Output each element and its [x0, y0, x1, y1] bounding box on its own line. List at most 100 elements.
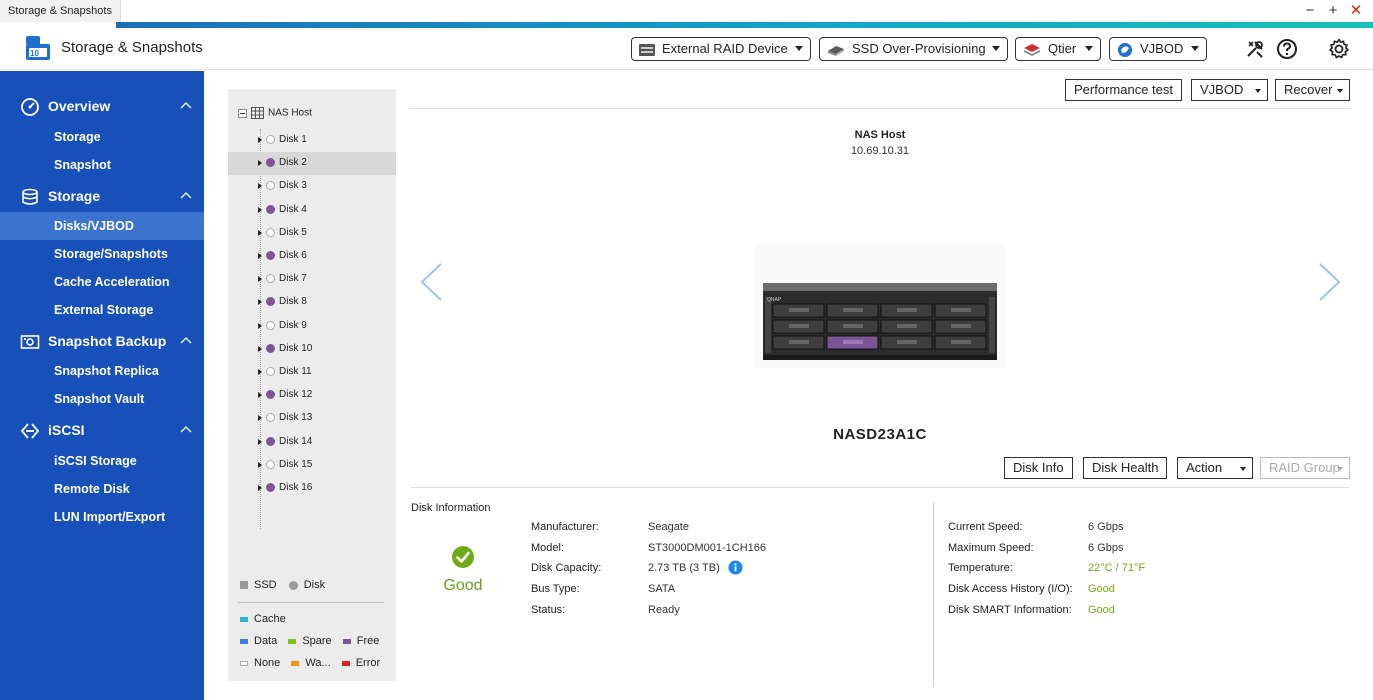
- disk-tree-item[interactable]: Disk 14: [228, 431, 396, 454]
- disk-status-dot: [266, 436, 275, 446]
- disk-tree-item[interactable]: Disk 7: [228, 268, 396, 291]
- tools-icon[interactable]: [1244, 38, 1266, 60]
- expand-arrow-icon[interactable]: [258, 299, 262, 306]
- chevron-down-icon: [992, 46, 1000, 51]
- close-button[interactable]: ✕: [1348, 2, 1364, 20]
- sidebar-item-storage-overview[interactable]: Storage: [0, 123, 204, 151]
- disk-tree-label: Disk 16: [279, 482, 313, 493]
- disk-tree-item[interactable]: Disk 16: [228, 477, 396, 500]
- disk-tree-item[interactable]: Disk 2: [228, 152, 396, 176]
- sidebar-item-snapshot-vault[interactable]: Snapshot Vault: [0, 385, 204, 413]
- toolbar-divider: [410, 108, 1350, 109]
- sidebar-item-snapshot[interactable]: Snapshot: [0, 151, 204, 179]
- expand-arrow-icon[interactable]: [258, 322, 262, 329]
- disk-tree-item[interactable]: Disk 1: [228, 129, 396, 152]
- tree-root-nas-host[interactable]: NAS Host: [238, 107, 312, 119]
- disk-tree-item[interactable]: Disk 10: [228, 338, 396, 361]
- sidebar-section-iscsi[interactable]: iSCSI: [0, 415, 204, 445]
- expand-arrow-icon[interactable]: [258, 183, 262, 190]
- sidebar-item-cache-acceleration[interactable]: Cache Acceleration: [0, 268, 204, 296]
- expand-arrow-icon[interactable]: [258, 229, 262, 236]
- spare-swatch: [288, 638, 297, 644]
- disk-tree-label: Disk 6: [279, 250, 307, 261]
- external-raid-icon: [639, 43, 655, 56]
- disk-status-dot: [266, 413, 275, 423]
- sidebar-item-snapshot-replica[interactable]: Snapshot Replica: [0, 357, 204, 385]
- sidebar-item-external-storage[interactable]: External Storage: [0, 296, 204, 324]
- disk-tree-item[interactable]: Disk 5: [228, 222, 396, 245]
- sidebar-item-remote-disk[interactable]: Remote Disk: [0, 475, 204, 503]
- disk-status-dot: [266, 251, 275, 260]
- expand-arrow-icon[interactable]: [258, 392, 262, 399]
- chevron-up-icon: [180, 192, 192, 199]
- expand-arrow-icon[interactable]: [258, 137, 262, 143]
- performance-test-button[interactable]: Performance test: [1065, 79, 1182, 101]
- disk-tree-item[interactable]: Disk 13: [228, 407, 396, 430]
- action-dropdown-button[interactable]: Action: [1177, 457, 1253, 479]
- disk-tree-item[interactable]: Disk 4: [228, 199, 396, 222]
- disk-tree-item[interactable]: Disk 15: [228, 454, 396, 477]
- disk-tree-label: Disk 5: [279, 226, 307, 238]
- help-icon[interactable]: [1276, 38, 1298, 60]
- expand-arrow-icon[interactable]: [258, 438, 262, 445]
- external-raid-device-button[interactable]: External RAID Device: [631, 37, 811, 61]
- disk-tree-item[interactable]: Disk 6: [228, 245, 396, 268]
- disk-tree-label: Disk 4: [279, 203, 307, 215]
- expand-arrow-icon[interactable]: [258, 485, 262, 491]
- disk-tree-label: Disk 1: [279, 134, 307, 145]
- disk-health-button[interactable]: Disk Health: [1083, 457, 1168, 479]
- legend-warning-label: Wa...: [305, 657, 331, 669]
- maximize-button[interactable]: +: [1325, 2, 1341, 20]
- legend-row-3: None Wa... Error: [240, 657, 380, 669]
- sidebar-section-storage[interactable]: Storage: [0, 181, 204, 211]
- expand-arrow-icon[interactable]: [258, 345, 262, 352]
- disk-tree-item[interactable]: Disk 9: [228, 315, 396, 338]
- ssd-over-provisioning-button[interactable]: SSD Over-Provisioning: [819, 37, 1008, 61]
- nas-bay-handle: [897, 340, 917, 344]
- expand-arrow-icon[interactable]: [258, 253, 262, 259]
- vjbod-header-button[interactable]: VJBOD: [1109, 37, 1207, 61]
- app-title: Storage & Snapshots: [61, 39, 203, 56]
- chevron-down-icon: [1191, 46, 1199, 51]
- expand-arrow-icon[interactable]: [258, 276, 262, 283]
- expand-arrow-icon[interactable]: [258, 206, 262, 213]
- sidebar-item-lun-import-export[interactable]: LUN Import/Export: [0, 503, 204, 531]
- qtier-button[interactable]: Qtier: [1015, 37, 1101, 61]
- nas-model-name: NASD23A1C: [833, 426, 927, 443]
- sidebar-item-disks-vjbod[interactable]: Disks/VJBOD: [0, 212, 204, 240]
- vjbod-dropdown-button[interactable]: VJBOD: [1191, 79, 1268, 101]
- qtier-label: Qtier: [1048, 41, 1077, 56]
- chevron-up-icon: [180, 337, 192, 344]
- collapse-icon[interactable]: [238, 108, 247, 118]
- previous-arrow-icon[interactable]: [419, 262, 443, 302]
- expand-arrow-icon[interactable]: [258, 415, 262, 422]
- info-vertical-divider: [933, 502, 934, 687]
- disk-tree-item[interactable]: Disk 12: [228, 384, 396, 407]
- recover-dropdown-button[interactable]: Recover: [1275, 79, 1350, 101]
- sidebar-item-storage-snapshots[interactable]: Storage/Snapshots: [0, 240, 204, 268]
- disk-status-dot: [266, 181, 275, 191]
- disk-tree-item[interactable]: Disk 8: [228, 291, 396, 314]
- sidebar-item-iscsi-storage[interactable]: iSCSI Storage: [0, 447, 204, 475]
- next-arrow-icon[interactable]: [1318, 262, 1342, 302]
- legend-divider: [238, 602, 384, 603]
- disk-smart-label: Disk SMART Information:: [948, 604, 1072, 616]
- disk-tree-label: Disk 2: [279, 157, 307, 169]
- window-titlebar: Storage & Snapshots − + ✕: [0, 0, 1373, 22]
- info-icon[interactable]: [728, 560, 743, 575]
- sidebar-section-overview[interactable]: Overview: [0, 91, 204, 121]
- minimize-button[interactable]: −: [1302, 2, 1318, 20]
- legend-row-2: Data Spare Free: [240, 635, 379, 647]
- disk-info-button[interactable]: Disk Info: [1004, 457, 1073, 479]
- sidebar-section-snapshot-backup[interactable]: Snapshot Backup: [0, 326, 204, 356]
- disk-tree-item[interactable]: Disk 11: [228, 361, 396, 384]
- current-speed-label: Current Speed:: [948, 521, 1023, 533]
- window-tab[interactable]: Storage & Snapshots: [0, 0, 121, 22]
- disk-tree-item[interactable]: Disk 3: [228, 175, 396, 198]
- vjbod-header-label: VJBOD: [1140, 41, 1184, 56]
- expand-arrow-icon[interactable]: [258, 369, 262, 375]
- sidebar-section-label: Overview: [48, 98, 111, 114]
- expand-arrow-icon[interactable]: [258, 160, 262, 167]
- settings-icon[interactable]: [1328, 38, 1350, 60]
- expand-arrow-icon[interactable]: [258, 461, 262, 468]
